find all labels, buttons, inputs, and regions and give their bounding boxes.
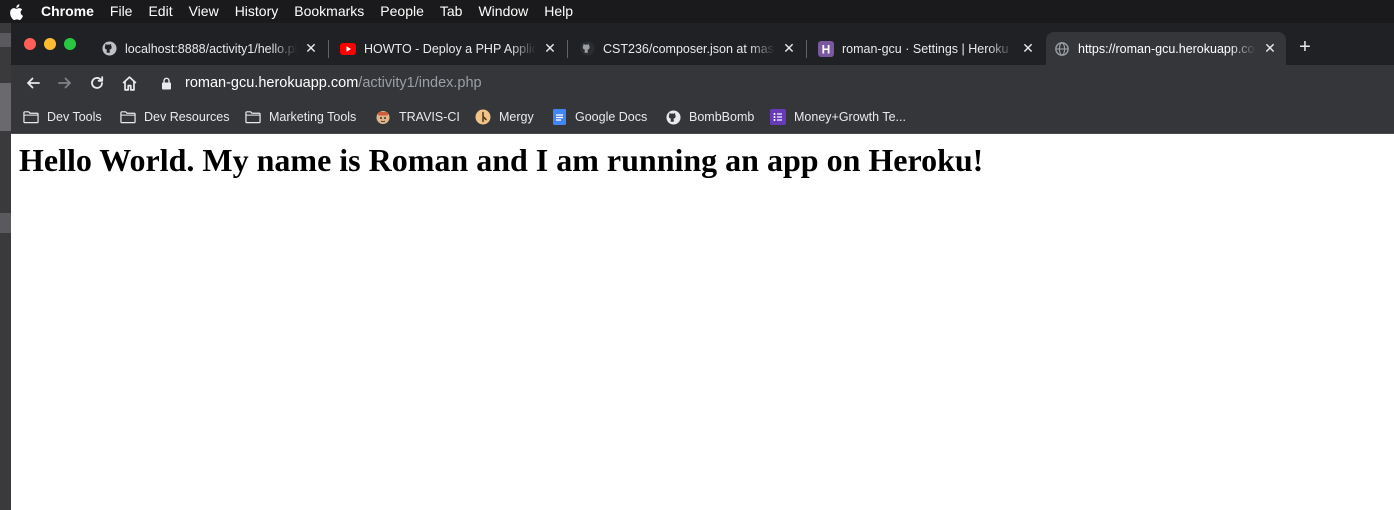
svg-text:H: H: [822, 42, 831, 56]
bookmark-label: Money+Growth Te...: [794, 110, 906, 124]
tab-cst236-composer[interactable]: CST236/composer.json at master ✕: [571, 32, 805, 65]
tab-title: CST236/composer.json at master: [603, 41, 775, 56]
menu-history[interactable]: History: [227, 0, 287, 23]
lock-icon[interactable]: [161, 77, 175, 90]
globe-icon: [1054, 41, 1070, 57]
browser-window: localhost:8888/activity1/hello.php ✕ HOW…: [11, 23, 1394, 510]
menu-chrome[interactable]: Chrome: [30, 0, 102, 23]
mergy-icon: [475, 109, 491, 125]
tab-title: https://roman-gcu.herokuapp.com/activity…: [1078, 41, 1256, 56]
reload-icon: [91, 76, 104, 89]
desktop-icon-fragment: [0, 33, 11, 47]
home-icon: [122, 75, 136, 91]
reload-button[interactable]: [85, 71, 109, 95]
google-docs-icon: [551, 109, 567, 125]
tab-title: roman-gcu · Settings | Heroku: [842, 41, 1009, 56]
minimize-window-button[interactable]: [44, 38, 56, 50]
list-icon: [770, 109, 786, 125]
tab-divider: [328, 40, 329, 58]
bookmark-mergy[interactable]: Mergy: [475, 107, 534, 127]
github-icon: [665, 109, 681, 125]
bookmark-travis-ci[interactable]: TRAVIS-CI: [375, 107, 460, 127]
bookmark-label: Google Docs: [575, 110, 648, 124]
bookmark-marketing-tools[interactable]: Marketing Tools: [245, 107, 356, 127]
menu-window[interactable]: Window: [470, 0, 536, 23]
forward-button[interactable]: [53, 71, 77, 95]
tab-title: HOWTO - Deploy a PHP Application: [364, 41, 536, 56]
desktop-background-strip: [0, 23, 11, 510]
close-tab-icon[interactable]: ✕: [542, 40, 558, 57]
bookmark-google-docs[interactable]: Google Docs: [551, 107, 647, 127]
close-tab-icon[interactable]: ✕: [1020, 40, 1036, 57]
address-bar[interactable]: roman-gcu.herokuapp.com/activity1/index.…: [149, 69, 1389, 97]
bookmark-bombbomb[interactable]: BombBomb: [665, 107, 754, 127]
desktop-icon-fragment: [0, 213, 11, 233]
close-tab-icon[interactable]: ✕: [781, 40, 797, 57]
menu-help[interactable]: Help: [536, 0, 581, 23]
youtube-icon: [340, 41, 356, 57]
tab-howto-deploy[interactable]: HOWTO - Deploy a PHP Application ✕: [332, 32, 566, 65]
page-content: Hello World. My name is Roman and I am r…: [11, 134, 1394, 510]
tab-heroku-settings[interactable]: H roman-gcu · Settings | Heroku ✕: [810, 32, 1044, 65]
tab-divider: [567, 40, 568, 58]
bookmark-dev-resources[interactable]: Dev Resources: [120, 107, 229, 127]
menu-people[interactable]: People: [372, 0, 432, 23]
back-button[interactable]: [21, 71, 45, 95]
menu-bookmarks[interactable]: Bookmarks: [286, 0, 372, 23]
bookmark-dev-tools[interactable]: Dev Tools: [23, 107, 102, 127]
forward-arrow-icon: [58, 77, 71, 89]
menu-view[interactable]: View: [181, 0, 227, 23]
folder-icon: [245, 109, 261, 125]
menu-edit[interactable]: Edit: [140, 0, 180, 23]
close-tab-icon[interactable]: ✕: [303, 40, 319, 57]
macos-menu-bar: Chrome File Edit View History Bookmarks …: [0, 0, 1394, 23]
travis-icon: [375, 109, 391, 125]
bookmark-label: BombBomb: [689, 110, 755, 124]
bookmark-label: Mergy: [499, 110, 534, 124]
tab-herokuapp-active[interactable]: https://roman-gcu.herokuapp.com/activity…: [1046, 32, 1286, 65]
tab-divider: [806, 40, 807, 58]
menu-tab[interactable]: Tab: [432, 0, 471, 23]
back-arrow-icon: [27, 77, 40, 89]
bookmark-label: Dev Resources: [144, 110, 230, 124]
bookmark-label: Dev Tools: [47, 110, 102, 124]
tab-strip: localhost:8888/activity1/hello.php ✕ HOW…: [11, 23, 1394, 65]
desktop-icon-fragment: [0, 83, 11, 131]
close-tab-icon[interactable]: ✕: [1262, 40, 1278, 57]
bookmark-label: Marketing Tools: [269, 110, 357, 124]
bookmarks-bar: Dev Tools Dev Resources Marketing Tools …: [11, 101, 1394, 134]
folder-icon: [120, 109, 136, 125]
browser-toolbar: roman-gcu.herokuapp.com/activity1/index.…: [11, 65, 1394, 101]
menu-file[interactable]: File: [102, 0, 141, 23]
tab-localhost[interactable]: localhost:8888/activity1/hello.php ✕: [93, 32, 327, 65]
github-dark-icon: [101, 41, 117, 57]
bookmark-money-growth[interactable]: Money+Growth Te...: [770, 107, 906, 127]
github-icon: [579, 41, 595, 57]
heroku-icon: H: [818, 40, 834, 57]
fullscreen-window-button[interactable]: [64, 38, 76, 50]
folder-icon: [23, 109, 39, 125]
close-window-button[interactable]: [24, 38, 36, 50]
url-path: /activity1/index.php: [358, 75, 482, 91]
bookmark-label: TRAVIS-CI: [399, 110, 460, 124]
home-button[interactable]: [117, 71, 141, 95]
url-host: roman-gcu.herokuapp.com: [185, 75, 359, 91]
new-tab-button[interactable]: +: [1293, 36, 1317, 60]
page-heading: Hello World. My name is Roman and I am r…: [19, 142, 984, 178]
apple-icon[interactable]: [0, 3, 30, 20]
tab-title: localhost:8888/activity1/hello.php: [125, 41, 297, 56]
